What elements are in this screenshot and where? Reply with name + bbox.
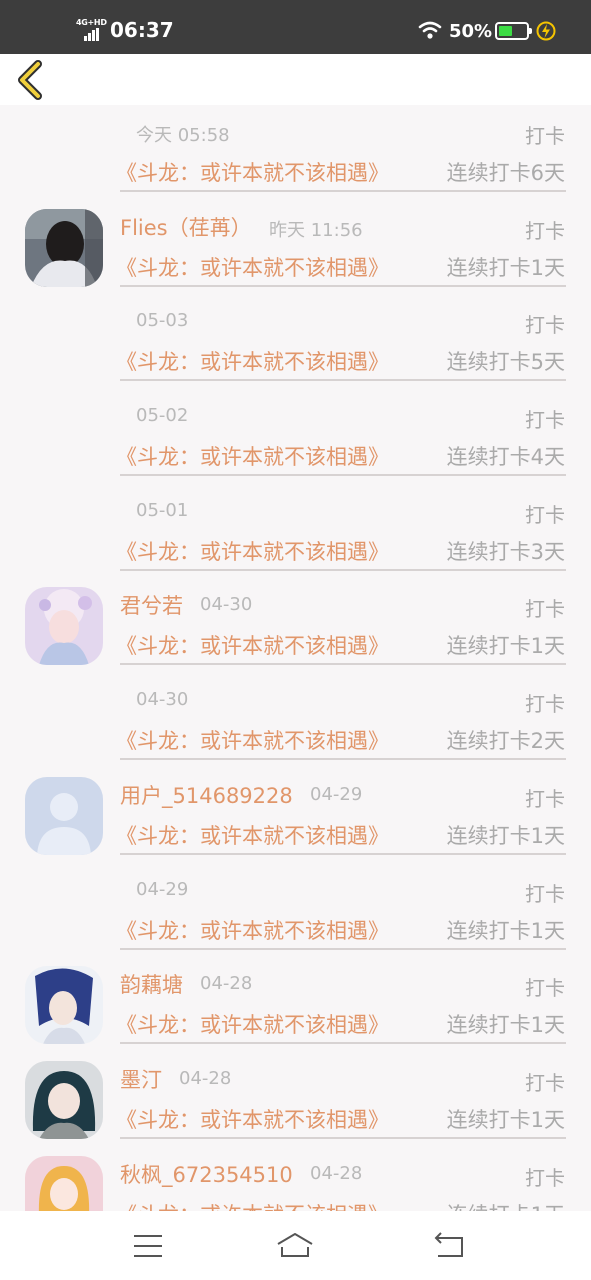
divider: [120, 1042, 566, 1045]
streak-count: 连续打卡1天: [447, 1199, 565, 1211]
checkin-feed: 今天 05:58 打卡 《斗龙：或许本就不该相遇》 连续打卡6天 Flies（荏苒） 昨天…: [0, 105, 591, 1211]
list-item[interactable]: 用户_514689228 04-29 打卡《斗龙：或许本就不该相遇》 连续打卡1天: [0, 768, 591, 863]
network-type: 4G+HD: [76, 18, 107, 27]
avatar[interactable]: [25, 587, 103, 666]
divider: [120, 474, 566, 477]
avatar[interactable]: [25, 776, 103, 855]
checkin-time: 05-01: [136, 499, 189, 521]
book-title-link[interactable]: 《斗龙：或许本就不该相遇》: [116, 725, 389, 755]
list-item[interactable]: 韵藕塘 04-28 打卡《斗龙：或许本就不该相遇》 连续打卡1天: [0, 957, 591, 1052]
user-name[interactable]: 君兮若: [120, 590, 183, 620]
list-item[interactable]: 君兮若 04-30 打卡《斗龙：或许本就不该相遇》 连续打卡1天: [0, 578, 591, 673]
checkin-time: 04-30: [136, 689, 189, 711]
avatar[interactable]: [25, 1155, 103, 1211]
avatar[interactable]: [25, 208, 103, 287]
battery-icon: [495, 22, 532, 40]
checkin-type: 打卡: [525, 1165, 565, 1190]
divider: [120, 190, 566, 192]
checkin-type: 打卡: [525, 218, 565, 243]
checkin-time: 04-28: [310, 1162, 363, 1184]
book-title-link[interactable]: 《斗龙：或许本就不该相遇》: [116, 252, 389, 282]
book-title-link[interactable]: 《斗龙：或许本就不该相遇》: [116, 1104, 389, 1134]
battery-percent: 50%: [449, 21, 493, 42]
checkin-time: 04-30: [200, 594, 253, 616]
avatar[interactable]: [25, 1060, 103, 1139]
book-title-link[interactable]: 《斗龙：或许本就不该相遇》: [116, 915, 389, 945]
checkin-time: 04-28: [179, 1067, 232, 1089]
checkin-type: 打卡: [525, 313, 565, 338]
divider: [120, 379, 566, 382]
book-title-link[interactable]: 《斗龙：或许本就不该相遇》: [116, 536, 389, 566]
back-chevron-icon[interactable]: [14, 60, 48, 100]
checkin-time: 04-29: [310, 783, 363, 805]
list-item[interactable]: 05-02 打卡《斗龙：或许本就不该相遇》 连续打卡4天: [0, 389, 591, 484]
checkin-time: 05-02: [136, 405, 189, 427]
charging-icon: [536, 21, 556, 41]
checkin-type: 打卡: [525, 502, 565, 527]
streak-count: 连续打卡1天: [446, 1107, 565, 1132]
user-name[interactable]: 韵藕塘: [120, 969, 183, 999]
divider: [120, 758, 566, 761]
user-name[interactable]: 用户_514689228: [120, 780, 293, 810]
wifi-icon: [418, 21, 442, 39]
streak-count: 连续打卡1天: [446, 255, 565, 280]
divider: [120, 568, 566, 571]
streak-count: 连续打卡1天: [446, 823, 565, 848]
list-item[interactable]: 05-01 打卡《斗龙：或许本就不该相遇》 连续打卡3天: [0, 484, 591, 579]
checkin-type: 打卡: [525, 124, 565, 148]
back-icon[interactable]: [430, 1229, 470, 1263]
list-item[interactable]: Flies（荏苒） 昨天 11:56 打卡《斗龙：或许本就不该相遇》 连续打卡1天: [0, 200, 591, 295]
checkin-type: 打卡: [525, 881, 565, 906]
signal-icon: 4G+HD: [76, 18, 107, 41]
streak-count: 连续打卡2天: [446, 729, 565, 754]
checkin-time: 04-29: [136, 878, 189, 900]
user-name[interactable]: 墨汀: [120, 1064, 162, 1094]
book-title-link[interactable]: 《斗龙：或许本就不该相遇》: [116, 157, 389, 187]
checkin-time: 今天 05:58: [136, 125, 230, 146]
user-name[interactable]: 秋枫_672354510: [120, 1159, 293, 1189]
avatar[interactable]: [25, 966, 103, 1045]
list-item[interactable]: 墨汀 04-28 打卡《斗龙：或许本就不该相遇》 连续打卡1天: [0, 1052, 591, 1147]
streak-count: 连续打卡1天: [446, 918, 565, 943]
list-item[interactable]: 秋枫_672354510 04-28 打卡《斗龙：或许本就不该相遇》 连续打卡1天: [0, 1147, 591, 1211]
system-nav-bar: [0, 1211, 591, 1280]
list-item[interactable]: 04-30 打卡《斗龙：或许本就不该相遇》 连续打卡2天: [0, 673, 591, 768]
streak-count: 连续打卡4天: [446, 445, 565, 470]
user-name[interactable]: Flies（荏苒）: [120, 212, 252, 242]
divider: [120, 284, 566, 287]
book-title-link[interactable]: 《斗龙：或许本就不该相遇》: [116, 441, 389, 471]
streak-count: 连续打卡3天: [446, 539, 565, 564]
status-bar: 4G+HD 06:37 50%: [0, 0, 591, 54]
top-nav-bar: [0, 54, 591, 105]
book-title-link[interactable]: 《斗龙：或许本就不该相遇》: [116, 346, 389, 376]
book-title-link[interactable]: 《斗龙：或许本就不该相遇》: [116, 820, 389, 850]
home-icon[interactable]: [275, 1229, 315, 1263]
checkin-time: 04-28: [200, 973, 253, 995]
checkin-type: 打卡: [525, 408, 565, 433]
book-title-link[interactable]: 《斗龙：或许本就不该相遇》: [116, 1009, 389, 1039]
book-title-link[interactable]: 《斗龙：或许本就不该相遇》: [116, 630, 389, 660]
checkin-type: 打卡: [525, 786, 565, 811]
streak-count: 连续打卡5天: [446, 350, 565, 375]
list-item[interactable]: 今天 05:58 打卡《斗龙：或许本就不该相遇》 连续打卡6天: [0, 105, 591, 200]
checkin-type: 打卡: [525, 692, 565, 717]
divider: [120, 947, 566, 950]
book-title-link[interactable]: 《斗龙：或许本就不该相遇》: [116, 1199, 389, 1211]
list-item[interactable]: 05-03 打卡《斗龙：或许本就不该相遇》 连续打卡5天: [0, 294, 591, 389]
checkin-type: 打卡: [525, 1070, 565, 1095]
clock: 06:37: [110, 18, 174, 42]
checkin-type: 打卡: [525, 976, 565, 1001]
divider: [120, 852, 566, 855]
streak-count: 连续打卡1天: [446, 634, 565, 659]
divider: [120, 663, 566, 666]
checkin-time: 昨天 11:56: [269, 219, 363, 241]
streak-count: 连续打卡6天: [446, 161, 565, 185]
list-item[interactable]: 04-29 打卡《斗龙：或许本就不该相遇》 连续打卡1天: [0, 863, 591, 958]
checkin-time: 05-03: [136, 310, 189, 332]
streak-count: 连续打卡1天: [446, 1013, 565, 1038]
menu-icon[interactable]: [128, 1229, 168, 1263]
checkin-type: 打卡: [525, 597, 565, 622]
divider: [120, 1136, 566, 1139]
